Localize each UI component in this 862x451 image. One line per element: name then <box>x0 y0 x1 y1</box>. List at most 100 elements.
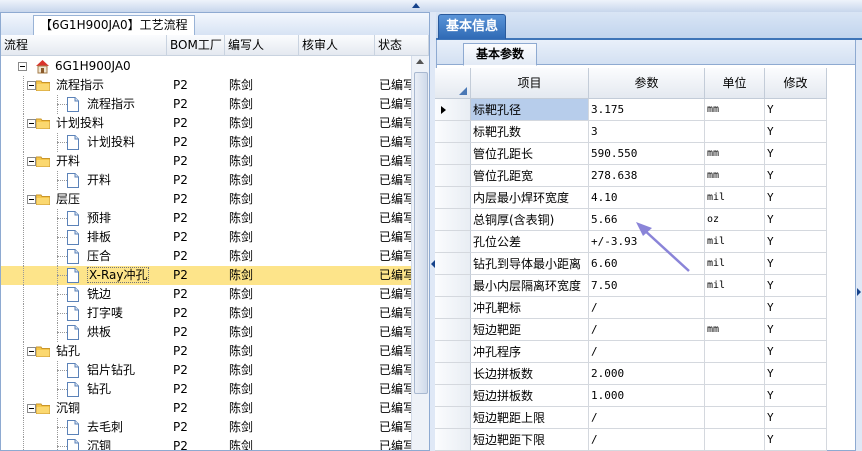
tab-basic-info[interactable]: 基本信息 <box>438 14 506 39</box>
param-row[interactable]: 长边拼板数 2.000 Y <box>435 363 827 385</box>
param-row[interactable]: 管位孔距长 590.550 mm Y <box>435 143 827 165</box>
row-header[interactable] <box>435 385 471 407</box>
param-row[interactable]: 管位孔距宽 278.638 mm Y <box>435 165 827 187</box>
param-value-cell[interactable]: / <box>589 407 705 429</box>
row-header[interactable] <box>435 341 471 363</box>
tree-node-label[interactable]: 钻孔 <box>87 380 111 399</box>
row-header[interactable] <box>435 121 471 143</box>
tree-collapse-icon[interactable] <box>27 119 36 128</box>
row-header[interactable] <box>435 209 471 231</box>
row-header[interactable] <box>435 143 471 165</box>
tree-row[interactable]: X-Ray冲孔 P2 陈剑 已编写 <box>1 266 411 285</box>
param-value-cell[interactable]: / <box>589 319 705 341</box>
tree-node-label[interactable]: 流程指示 <box>56 76 104 95</box>
column-header-reviewer[interactable]: 核审人 <box>299 35 375 55</box>
tree-row[interactable]: 流程指示 P2 陈剑 已编写 <box>1 76 411 95</box>
tree-collapse-icon[interactable] <box>18 62 27 71</box>
row-header[interactable] <box>435 429 471 451</box>
tree-row[interactable]: 打字唛 P2 陈剑 已编写 <box>1 304 411 323</box>
column-header-bom[interactable]: BOM工厂 <box>167 35 225 55</box>
tree-row[interactable]: 计划投料 P2 陈剑 已编写 <box>1 114 411 133</box>
param-value-cell[interactable]: 3.175 <box>589 99 705 121</box>
column-header-modify[interactable]: 修改 <box>765 68 827 99</box>
param-row[interactable]: 孔位公差 +/-3.93 mil Y <box>435 231 827 253</box>
row-header[interactable] <box>435 253 471 275</box>
tree-node-label[interactable]: 打字唛 <box>87 304 123 323</box>
param-row[interactable]: 冲孔程序 / Y <box>435 341 827 363</box>
row-header[interactable] <box>435 187 471 209</box>
tree-node-label[interactable]: 流程指示 <box>87 95 135 114</box>
row-header[interactable] <box>435 407 471 429</box>
tree-collapse-icon[interactable] <box>27 157 36 166</box>
tree-node-label[interactable]: 层压 <box>56 190 80 209</box>
param-value-cell[interactable]: 7.50 <box>589 275 705 297</box>
right-edge-splitter[interactable] <box>856 40 862 451</box>
tab-process-flow[interactable]: 【6G1H900JA0】工艺流程 <box>33 15 195 35</box>
tree-node-label[interactable]: 预排 <box>87 209 111 228</box>
tree-row[interactable]: 开料 P2 陈剑 已编写 <box>1 152 411 171</box>
collapse-up-icon[interactable] <box>412 2 420 9</box>
param-value-cell[interactable]: 6.60 <box>589 253 705 275</box>
row-header[interactable] <box>435 231 471 253</box>
column-header-writer[interactable]: 编写人 <box>225 35 299 55</box>
tree-node-label[interactable]: X-Ray冲孔 <box>87 266 150 285</box>
tree-collapse-icon[interactable] <box>27 404 36 413</box>
tree-row[interactable]: 铣边 P2 陈剑 已编写 <box>1 285 411 304</box>
tree-node-label[interactable]: 铣边 <box>87 285 111 304</box>
param-value-cell[interactable]: / <box>589 429 705 451</box>
param-row[interactable]: 总铜厚(含表铜) 5.66 oz Y <box>435 209 827 231</box>
tree-row[interactable]: 钻孔 P2 陈剑 已编写 <box>1 380 411 399</box>
scroll-thumb[interactable] <box>414 72 428 394</box>
param-row[interactable]: 短边靶距 / mm Y <box>435 319 827 341</box>
param-row[interactable]: 最小内层隔离环宽度 7.50 mil Y <box>435 275 827 297</box>
tree-scrollbar[interactable] <box>411 56 429 450</box>
param-row[interactable]: 冲孔靶标 / Y <box>435 297 827 319</box>
tree-row[interactable]: 流程指示 P2 陈剑 已编写 <box>1 95 411 114</box>
column-header-status[interactable]: 状态 <box>375 35 429 55</box>
param-value-cell[interactable]: 4.10 <box>589 187 705 209</box>
param-row[interactable]: 钻孔到导体最小距离 6.60 mil Y <box>435 253 827 275</box>
param-value-cell[interactable]: 3 <box>589 121 705 143</box>
tree-row[interactable]: 压合 P2 陈剑 已编写 <box>1 247 411 266</box>
tree-node-label[interactable]: 铝片钻孔 <box>87 361 135 380</box>
param-value-cell[interactable]: +/-3.93 <box>589 231 705 253</box>
tree-row[interactable]: 排板 P2 陈剑 已编写 <box>1 228 411 247</box>
tree-node-label[interactable]: 沉铜 <box>87 437 111 450</box>
column-header-param[interactable]: 参数 <box>589 68 705 99</box>
tree-row[interactable]: 开料 P2 陈剑 已编写 <box>1 171 411 190</box>
param-row[interactable]: 标靶孔数 3 Y <box>435 121 827 143</box>
tree-node-label[interactable]: 计划投料 <box>87 133 135 152</box>
param-row[interactable]: 短边靶距下限 / Y <box>435 429 827 451</box>
grid-corner-header[interactable] <box>435 68 471 99</box>
tree-row[interactable]: 计划投料 P2 陈剑 已编写 <box>1 133 411 152</box>
tree-node-label[interactable]: 烘板 <box>87 323 111 342</box>
tree-row[interactable]: 沉铜 P2 陈剑 已编写 <box>1 399 411 418</box>
param-value-cell[interactable]: 278.638 <box>589 165 705 187</box>
tree-collapse-icon[interactable] <box>27 347 36 356</box>
row-header[interactable] <box>435 319 471 341</box>
param-row[interactable]: 短边拼板数 1.000 Y <box>435 385 827 407</box>
row-header[interactable] <box>435 275 471 297</box>
tree-row[interactable]: 钻孔 P2 陈剑 已编写 <box>1 342 411 361</box>
param-value-cell[interactable]: 5.66 <box>589 209 705 231</box>
row-header[interactable] <box>435 297 471 319</box>
tree-row[interactable]: 烘板 P2 陈剑 已编写 <box>1 323 411 342</box>
scroll-up-icon[interactable] <box>416 59 424 64</box>
tree-node-label[interactable]: 去毛刺 <box>87 418 123 437</box>
tree-row[interactable]: 沉铜 P2 陈剑 已编写 <box>1 437 411 450</box>
param-row[interactable]: 内层最小焊环宽度 4.10 mil Y <box>435 187 827 209</box>
tree-row[interactable]: 6G1H900JA0 <box>1 57 411 76</box>
tree-collapse-icon[interactable] <box>27 81 36 90</box>
row-header[interactable] <box>435 165 471 187</box>
tree-node-label[interactable]: 开料 <box>56 152 80 171</box>
row-header[interactable] <box>435 363 471 385</box>
tree-node-label[interactable]: 6G1H900JA0 <box>55 57 131 76</box>
param-row[interactable]: 短边靶距上限 / Y <box>435 407 827 429</box>
row-header[interactable] <box>435 99 471 121</box>
param-value-cell[interactable]: 590.550 <box>589 143 705 165</box>
tab-basic-params[interactable]: 基本参数 <box>463 43 537 66</box>
param-value-cell[interactable]: 1.000 <box>589 385 705 407</box>
collapse-right-icon[interactable] <box>857 288 861 296</box>
column-header-item[interactable]: 项目 <box>471 68 589 99</box>
param-row[interactable]: 标靶孔径 3.175 mm Y <box>435 99 827 121</box>
